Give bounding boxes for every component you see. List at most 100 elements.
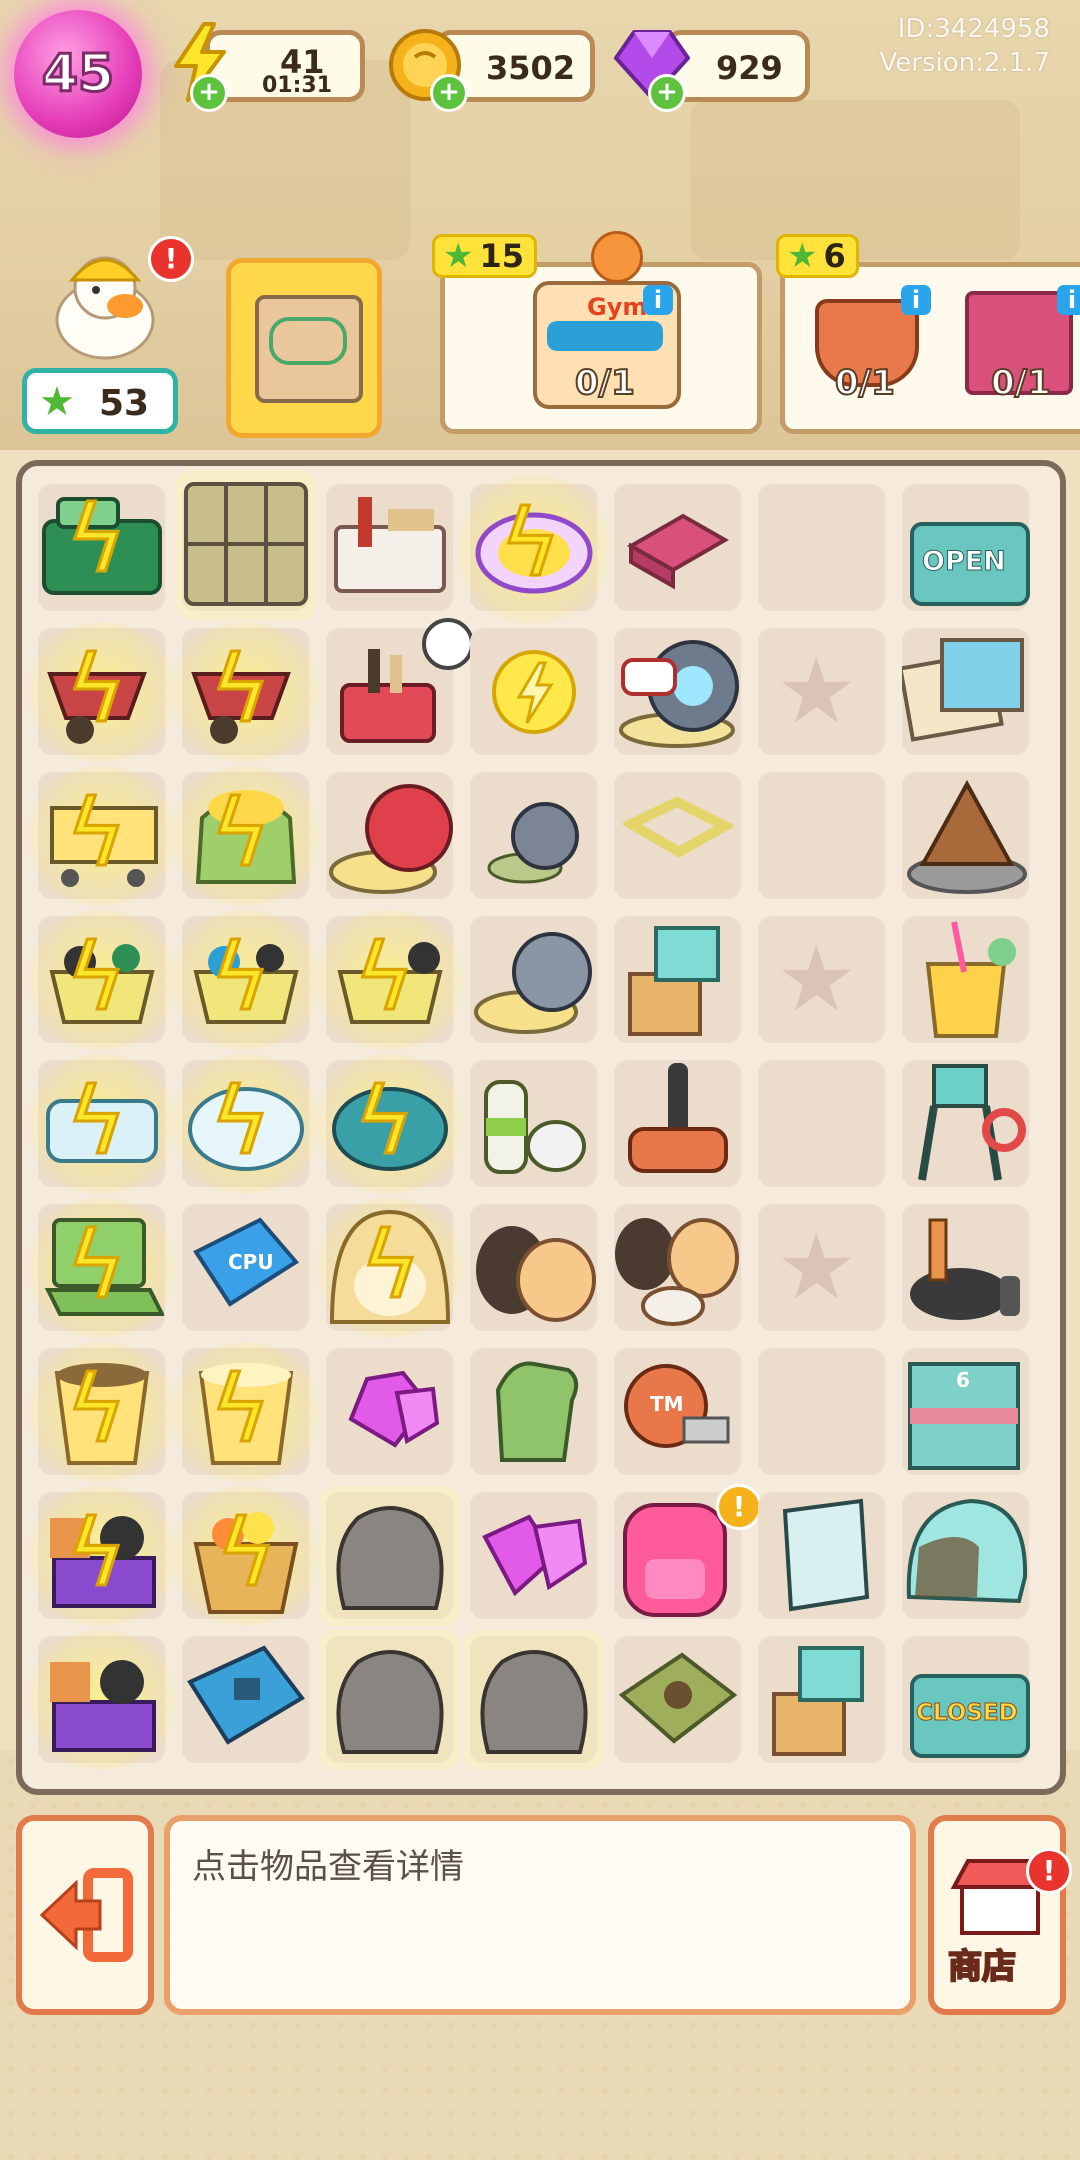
order-2a-info-button[interactable]: i bbox=[901, 285, 931, 315]
board-cell[interactable] bbox=[614, 628, 741, 755]
duck-builder-avatar[interactable] bbox=[50, 240, 160, 360]
lightning-icon: ϟ bbox=[65, 486, 129, 593]
board-cell[interactable] bbox=[614, 772, 741, 899]
board-cell[interactable]: ϟ bbox=[168, 1054, 324, 1194]
selected-item-card[interactable] bbox=[226, 258, 382, 438]
add-coins-button[interactable]: + bbox=[430, 74, 468, 112]
circuit-board-icon bbox=[182, 1640, 309, 1760]
board-cell[interactable] bbox=[326, 1348, 453, 1475]
board-cell[interactable] bbox=[470, 1204, 597, 1331]
board-cell[interactable]: ϟ bbox=[24, 1342, 180, 1482]
board-cell[interactable] bbox=[470, 916, 597, 1043]
cardboard-boxes-icon bbox=[614, 916, 741, 1043]
cardboard-boxes-icon bbox=[758, 1636, 885, 1763]
board-cell[interactable]: CPU bbox=[182, 1204, 309, 1331]
board-cell[interactable] bbox=[470, 1060, 597, 1187]
board-cell[interactable]: OPEN bbox=[902, 484, 1030, 611]
cleaning-bottles-icon bbox=[470, 1060, 597, 1187]
board-cell[interactable] bbox=[470, 772, 597, 899]
level-badge[interactable]: 45 bbox=[14, 10, 142, 138]
order-2b-info-button[interactable]: i bbox=[1057, 285, 1080, 315]
board-cell[interactable] bbox=[464, 1630, 604, 1770]
board-cell[interactable] bbox=[326, 484, 453, 611]
exit-button[interactable] bbox=[16, 1815, 154, 2015]
lightning-icon: ϟ bbox=[353, 1068, 417, 1175]
add-energy-button[interactable]: + bbox=[190, 74, 228, 112]
lightning-icon: ϟ bbox=[65, 1212, 129, 1319]
board-cell[interactable] bbox=[24, 1630, 180, 1770]
board-cell[interactable] bbox=[901, 628, 1029, 755]
board-cell[interactable] bbox=[758, 1492, 885, 1619]
board-cell[interactable] bbox=[320, 1486, 460, 1626]
board-cell[interactable]: ϟ bbox=[24, 766, 180, 906]
board-cell[interactable] bbox=[902, 1204, 1029, 1331]
board-cell[interactable]: ϟ bbox=[24, 910, 180, 1050]
board-cell[interactable] bbox=[326, 772, 453, 899]
board-cell-empty[interactable] bbox=[758, 772, 885, 899]
board-cell[interactable] bbox=[902, 1492, 1029, 1619]
player-stars-value: 53 bbox=[99, 383, 150, 424]
order-1-progress: 0/1 bbox=[574, 362, 636, 404]
board-cell-locked[interactable]: ★ bbox=[758, 1204, 885, 1331]
board-cell[interactable]: ϟ bbox=[168, 622, 324, 762]
board-cell[interactable]: ϟ bbox=[24, 622, 180, 762]
gems-value: 929 bbox=[716, 49, 783, 87]
board-cell[interactable]: ϟ bbox=[24, 1198, 180, 1338]
board-cell[interactable] bbox=[182, 1636, 309, 1763]
board-cell[interactable] bbox=[176, 470, 316, 620]
board-cell[interactable] bbox=[614, 1060, 741, 1187]
board-cell[interactable] bbox=[470, 1492, 597, 1619]
lightning-icon: ϟ bbox=[65, 636, 129, 743]
board-cell[interactable]: ! bbox=[614, 1484, 762, 1619]
board-cell[interactable] bbox=[470, 1348, 597, 1475]
board-cell[interactable]: ϟ bbox=[168, 910, 324, 1050]
shop-button[interactable]: 商店 bbox=[928, 1815, 1066, 2015]
board-cell[interactable] bbox=[902, 1060, 1029, 1187]
board-cell[interactable]: ϟ bbox=[454, 474, 614, 624]
add-gems-button[interactable]: + bbox=[648, 74, 686, 112]
board-cell[interactable] bbox=[614, 484, 741, 611]
board-cell[interactable]: ϟ bbox=[24, 1054, 180, 1194]
board-cell-empty[interactable] bbox=[758, 1060, 885, 1187]
player-stars-pill[interactable]: ★ 53 bbox=[22, 368, 178, 434]
frying-pan-icon bbox=[902, 1204, 1029, 1331]
board-cell[interactable]: ϟ bbox=[168, 766, 324, 906]
board-cell[interactable]: CLOSED bbox=[902, 1636, 1030, 1763]
board-cell[interactable] bbox=[902, 772, 1029, 899]
board-cell-empty[interactable] bbox=[758, 484, 885, 611]
gems-pile-icon bbox=[474, 1496, 594, 1616]
board-cell[interactable]: ϟ bbox=[24, 1486, 180, 1626]
board-cell-locked[interactable]: ★ bbox=[758, 916, 885, 1043]
board-cell[interactable]: ϟ bbox=[312, 1054, 468, 1194]
board-cell[interactable]: ϟ bbox=[312, 1198, 468, 1338]
gear-crate-icon bbox=[38, 1640, 165, 1760]
board-cell[interactable] bbox=[614, 1636, 741, 1763]
board-cell[interactable] bbox=[614, 1204, 741, 1331]
tape-measure-icon: TM bbox=[614, 1348, 741, 1475]
order-card-2[interactable]: i 0/1 i 0/1 bbox=[780, 262, 1080, 434]
backpack-alert-badge: ! bbox=[716, 1484, 762, 1530]
order-1-info-button[interactable]: i bbox=[643, 285, 673, 315]
star-icon: ★ bbox=[787, 236, 818, 276]
helmet-icon bbox=[898, 1486, 1032, 1622]
frame-icon bbox=[622, 794, 734, 878]
snail-icon bbox=[470, 920, 597, 1040]
board-cell[interactable]: ϟ bbox=[168, 1342, 324, 1482]
tape-label: TM bbox=[650, 1392, 684, 1416]
board-cell[interactable] bbox=[326, 618, 474, 755]
board-cell[interactable] bbox=[758, 1636, 885, 1763]
board-cell-locked[interactable]: ★ bbox=[758, 628, 885, 755]
board-cell[interactable] bbox=[614, 916, 741, 1043]
board-cell[interactable]: ϟ bbox=[38, 484, 165, 611]
board-cell[interactable] bbox=[470, 628, 597, 755]
energy-timer: 01:31 bbox=[262, 73, 333, 98]
board-cell[interactable] bbox=[902, 916, 1029, 1043]
board-cell[interactable]: ϟ bbox=[312, 910, 468, 1050]
order-card-1[interactable]: Gym i 0/1 bbox=[440, 231, 762, 434]
board-cell[interactable] bbox=[320, 1630, 460, 1770]
board-cell-empty[interactable] bbox=[758, 1348, 885, 1475]
board-cell[interactable]: 6 bbox=[902, 1348, 1029, 1475]
trash-bag-icon bbox=[470, 1630, 597, 1763]
board-cell[interactable]: TM bbox=[614, 1348, 741, 1475]
board-cell[interactable]: ϟ bbox=[168, 1486, 324, 1626]
